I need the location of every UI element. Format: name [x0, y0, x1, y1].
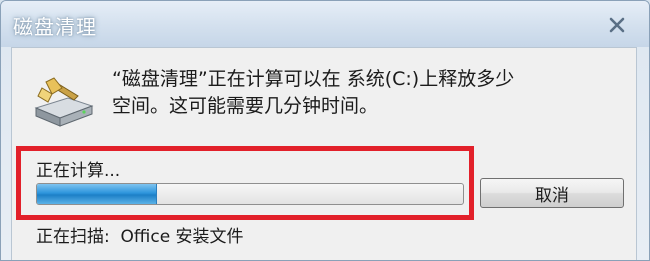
progress-bar-fill — [37, 184, 158, 204]
dialog-body: “磁盘清理”正在计算可以在 系统(C:)上释放多少 空间。这可能需要几分钟时间。… — [11, 47, 637, 260]
scanning-status: 正在扫描: Office 安装文件 — [36, 227, 244, 247]
window-title: 磁盘清理 — [13, 15, 97, 39]
progress-bar — [36, 183, 464, 205]
close-button[interactable] — [603, 13, 631, 37]
title-bar[interactable]: 磁盘清理 — [1, 1, 649, 47]
calculation-message: “磁盘清理”正在计算可以在 系统(C:)上释放多少 空间。这可能需要几分钟时间。 — [112, 66, 612, 120]
disk-cleanup-icon — [32, 74, 96, 130]
close-icon — [609, 17, 625, 33]
message-line-2: 空间。这可能需要几分钟时间。 — [112, 95, 379, 117]
disk-cleanup-dialog: 磁盘清理 “磁盘清理”正在计算可以在 系统(C:)上释放多少 空间。这可能需要几… — [0, 0, 650, 261]
cancel-button[interactable]: 取消 — [480, 178, 624, 208]
status-label: 正在计算... — [36, 161, 121, 181]
message-line-1: “磁盘清理”正在计算可以在 系统(C:)上释放多少 — [112, 68, 515, 90]
